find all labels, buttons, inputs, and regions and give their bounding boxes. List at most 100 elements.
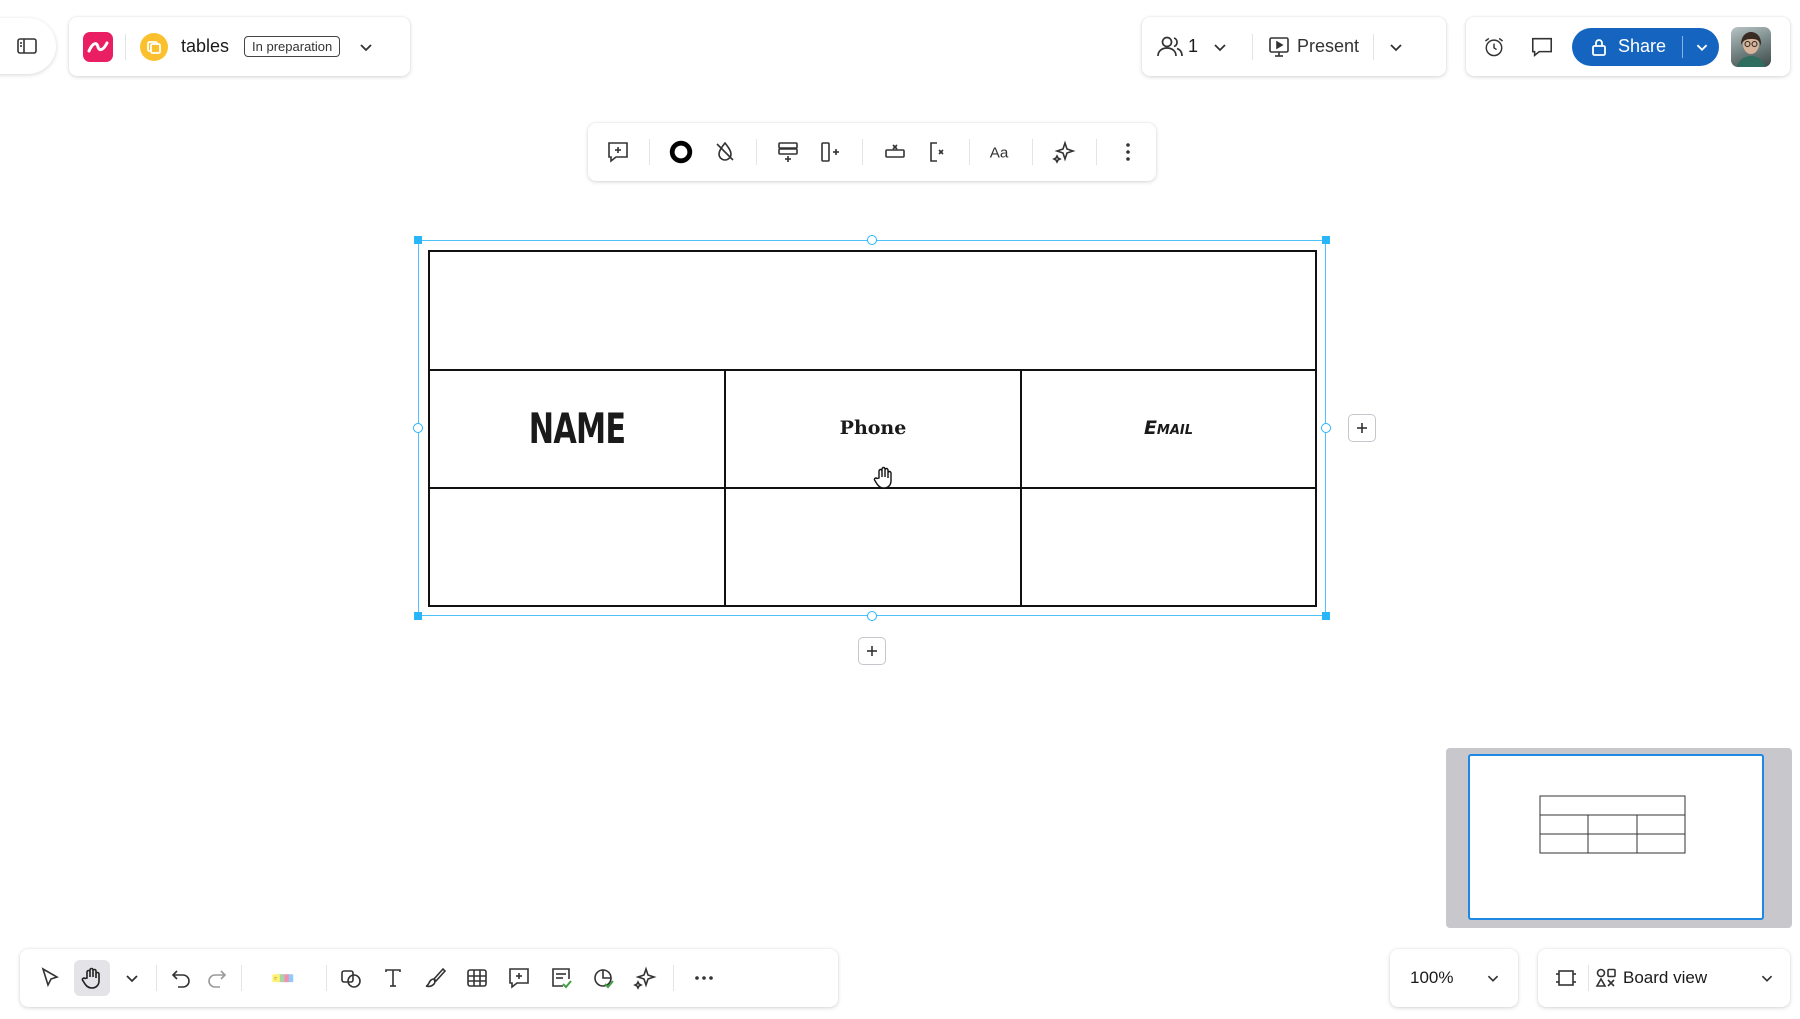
resize-handle-bottom[interactable] <box>867 611 877 621</box>
minimap-viewport[interactable] <box>1468 754 1764 920</box>
table-icon <box>467 969 487 987</box>
text-format-button[interactable]: Aa <box>983 134 1019 170</box>
pen-icon <box>425 967 447 988</box>
add-comment-button[interactable] <box>600 134 636 170</box>
sticker-icon <box>594 969 614 989</box>
cursor-menu-button[interactable] <box>114 960 150 996</box>
creation-toolbar <box>20 949 838 1007</box>
board-view-icon[interactable] <box>1595 967 1617 989</box>
board-header: tables In preparation <box>69 17 410 76</box>
resize-handle-top-right[interactable] <box>1322 236 1330 244</box>
chevron-down-icon <box>126 975 138 983</box>
zoom-level[interactable]: 100% <box>1410 968 1453 988</box>
header-email: Email <box>1143 417 1194 439</box>
table-row <box>430 252 1315 371</box>
plus-icon <box>1357 423 1367 433</box>
pen-tool[interactable] <box>417 960 453 996</box>
border-style-icon <box>670 140 693 164</box>
comment-icon <box>509 968 529 989</box>
status-badge[interactable]: In preparation <box>244 36 341 57</box>
undo-button[interactable] <box>163 960 199 996</box>
board-menu-button[interactable] <box>348 29 384 65</box>
table-cell[interactable] <box>726 487 1022 605</box>
comment-icon <box>1531 37 1553 57</box>
zoom-control[interactable]: 100% <box>1390 949 1518 1007</box>
frame-icon <box>1556 970 1576 986</box>
share-button[interactable]: Share <box>1572 27 1720 66</box>
insert-column-button[interactable] <box>813 134 849 170</box>
comment-tool[interactable] <box>501 960 537 996</box>
sticky-notes-tool[interactable] <box>248 960 320 996</box>
resize-handle-bottom-left[interactable] <box>414 612 422 620</box>
resize-handle-bottom-right[interactable] <box>1322 612 1330 620</box>
minimap[interactable] <box>1446 748 1792 928</box>
select-icon <box>41 967 59 988</box>
sidebar-toggle-icon <box>17 38 37 54</box>
table-cell[interactable] <box>430 252 1315 369</box>
table-cell[interactable] <box>1022 487 1315 605</box>
chevron-down-icon <box>1214 43 1226 51</box>
present-menu-button[interactable] <box>1378 29 1414 65</box>
resize-handle-left[interactable] <box>413 423 423 433</box>
more-tools-button[interactable] <box>686 960 722 996</box>
shapes-tool[interactable] <box>333 960 369 996</box>
select-tool[interactable] <box>32 960 68 996</box>
hand-tool[interactable] <box>74 960 110 996</box>
table[interactable]: NAME Phone Email <box>428 250 1317 607</box>
insert-column-icon <box>821 142 840 162</box>
text-tool[interactable] <box>375 960 411 996</box>
insert-row-button[interactable] <box>770 134 806 170</box>
ai-sparkle-icon <box>633 966 657 990</box>
more-options-button[interactable] <box>1110 134 1146 170</box>
present-icon[interactable] <box>1267 35 1291 59</box>
add-comment-icon <box>608 142 628 163</box>
chevron-down-icon <box>360 43 372 51</box>
table-cell[interactable]: Email <box>1022 369 1315 487</box>
resize-handle-top[interactable] <box>867 235 877 245</box>
frames-button[interactable] <box>1548 960 1584 996</box>
sticky-notes-icon <box>272 974 294 983</box>
delete-row-button[interactable] <box>877 134 913 170</box>
insert-row-icon <box>778 142 798 162</box>
header-name: NAME <box>528 403 626 453</box>
table-row <box>430 487 1315 605</box>
users-icon[interactable] <box>1156 33 1184 61</box>
board-icon[interactable] <box>140 32 168 61</box>
delete-column-button[interactable] <box>920 134 956 170</box>
context-toolbar: Aa <box>588 123 1156 181</box>
no-fill-icon <box>715 141 734 161</box>
ai-assist-button[interactable] <box>1046 134 1082 170</box>
comments-button[interactable] <box>1524 29 1560 65</box>
border-style-button[interactable] <box>663 134 699 170</box>
chevron-down-icon <box>1390 43 1402 51</box>
timer-button[interactable] <box>1476 29 1512 65</box>
users-menu-button[interactable] <box>1202 29 1238 65</box>
resize-handle-right[interactable] <box>1321 423 1331 433</box>
divider <box>125 33 126 60</box>
hand-icon <box>81 967 100 989</box>
table-cell[interactable] <box>430 487 726 605</box>
timer-icon <box>1484 37 1504 56</box>
board-view-label[interactable]: Board view <box>1623 968 1756 988</box>
sticker-tool[interactable] <box>585 960 621 996</box>
avatar[interactable] <box>1731 26 1772 67</box>
fill-color-button[interactable] <box>707 134 743 170</box>
ai-tool[interactable] <box>627 960 663 996</box>
more-options-icon <box>1126 143 1130 161</box>
card-tool[interactable] <box>543 960 579 996</box>
add-column-button[interactable] <box>1348 414 1376 442</box>
present-button[interactable]: Present <box>1297 36 1359 57</box>
resize-handle-top-left[interactable] <box>414 236 422 244</box>
undo-icon <box>171 970 190 988</box>
collaboration-panel: 1 Present <box>1142 17 1446 76</box>
text-icon <box>385 969 401 987</box>
svg-text:Aa: Aa <box>990 145 1009 162</box>
redo-button[interactable] <box>199 960 235 996</box>
table-cell[interactable]: NAME <box>430 369 726 487</box>
sidebar-toggle-button[interactable] <box>0 18 56 74</box>
chevron-down-icon <box>1487 975 1499 982</box>
board-name[interactable]: tables <box>181 36 229 57</box>
table-tool[interactable] <box>459 960 495 996</box>
app-logo-icon[interactable] <box>83 31 113 62</box>
add-row-button[interactable] <box>858 637 886 665</box>
